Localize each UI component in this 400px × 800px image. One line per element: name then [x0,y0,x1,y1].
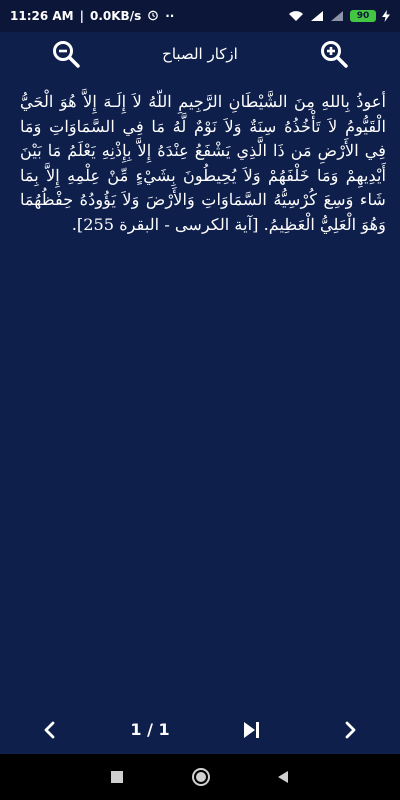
pagination-bar: 1 / 1 [0,710,400,750]
home-button[interactable] [190,766,212,788]
signal-icon-2 [330,10,344,22]
previous-button[interactable] [34,714,66,746]
chevron-right-icon [345,721,356,739]
more-dots-icon: ·· [165,9,175,23]
back-button[interactable] [272,766,294,788]
zoom-out-icon [53,41,80,68]
page-indicator: 1 / 1 [130,720,170,739]
status-separator: | [79,9,84,23]
status-bar: 11:26 AM | 0.0KB/s ·· 90 [0,0,400,32]
status-time: 11:26 AM [10,9,74,23]
battery-indicator: 90 [350,10,376,22]
status-right: 90 [288,10,390,22]
skip-to-end-icon [244,722,259,738]
app-bar: ازكار الصباح [0,32,400,76]
charging-bolt-icon [382,10,390,22]
network-speed: 0.0KB/s [90,9,142,23]
alarm-clock-icon [147,9,159,24]
dhikr-text: أعوذُ بِاللهِ مِنَ الشَّيْطَانِ الرَّجِي… [20,92,386,234]
back-triangle-icon [278,771,288,783]
status-left: 11:26 AM | 0.0KB/s ·· [10,9,174,24]
page-title: ازكار الصباح [162,45,238,63]
signal-icon [310,10,324,22]
recents-square-icon [111,771,123,783]
zoom-in-icon [321,41,348,68]
home-circle-icon [192,768,210,786]
next-button[interactable] [334,714,366,746]
zoom-in-button[interactable] [318,38,350,70]
wifi-icon [288,10,304,22]
last-page-button[interactable] [235,714,267,746]
zoom-out-button[interactable] [50,38,82,70]
chevron-left-icon [44,721,55,739]
system-navigation-bar [0,754,400,800]
recents-button[interactable] [106,766,128,788]
dhikr-content: أعوذُ بِاللهِ مِنَ الشَّيْطَانِ الرَّجِي… [20,90,386,238]
